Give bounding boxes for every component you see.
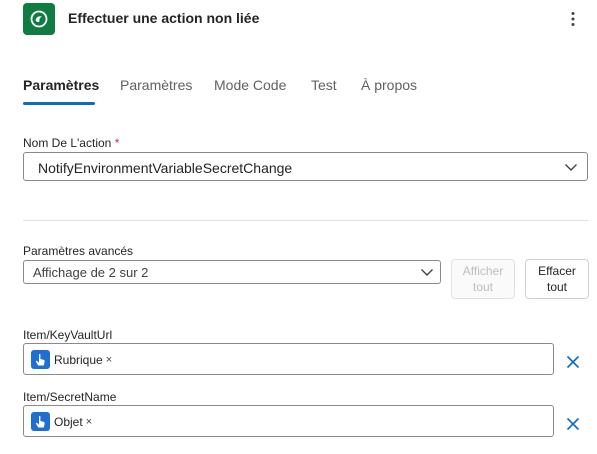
clear-all-button[interactable]: Effacer tout — [525, 259, 589, 299]
tab-mode-code[interactable]: Mode Code — [214, 77, 286, 93]
advanced-params-value: Affichage de 2 sur 2 — [33, 265, 149, 280]
clear-all-label-1: Effacer — [538, 264, 576, 278]
required-marker: * — [114, 136, 120, 150]
advanced-params-label: Paramètres avancés — [23, 244, 134, 258]
action-name-value: NotifyEnvironmentVariableSecretChange — [38, 160, 293, 176]
token-remove-icon[interactable]: × — [86, 416, 92, 428]
token-label: Rubrique — [54, 352, 103, 367]
touch-icon — [31, 350, 50, 369]
tab-a-propos[interactable]: À propos — [361, 77, 417, 93]
dataverse-icon — [23, 3, 55, 35]
dynamic-content-token[interactable]: Objet × — [31, 412, 92, 431]
token-remove-icon[interactable]: × — [106, 354, 112, 366]
remove-keyvaulturl-icon[interactable] — [563, 352, 583, 372]
keyvaulturl-input[interactable]: Rubrique × — [23, 343, 554, 375]
clear-all-label-2: tout — [546, 280, 567, 294]
more-vertical-icon[interactable] — [563, 8, 583, 30]
advanced-params-dropdown[interactable]: Affichage de 2 sur 2 — [23, 260, 441, 284]
token-label: Objet — [54, 414, 83, 429]
dynamic-content-token[interactable]: Rubrique × — [31, 350, 112, 369]
tab-test[interactable]: Test — [311, 77, 337, 93]
active-tab-indicator — [23, 102, 95, 105]
keyvaulturl-label: Item/KeyVaultUrl — [23, 328, 113, 342]
section-divider — [23, 220, 588, 221]
touch-icon — [31, 412, 50, 431]
chevron-down-icon — [421, 269, 433, 276]
show-all-label-2: tout — [472, 280, 493, 294]
tab-parametres-2[interactable]: Paramètres — [120, 77, 192, 93]
action-name-label-text: Nom De L'action — [23, 136, 112, 150]
page-title: Effectuer une action non liée — [68, 10, 260, 26]
chevron-down-icon — [565, 164, 577, 171]
show-all-label-1: Afficher — [462, 264, 504, 278]
show-all-button[interactable]: Afficher tout — [451, 259, 515, 299]
secretname-label: Item/SecretName — [23, 390, 117, 404]
secretname-input[interactable]: Objet × — [23, 405, 554, 437]
action-name-label: Nom De L'action * — [23, 136, 119, 150]
remove-secretname-icon[interactable] — [563, 414, 583, 434]
tab-parametres[interactable]: Paramètres — [23, 77, 99, 93]
action-name-dropdown[interactable]: NotifyEnvironmentVariableSecretChange — [23, 152, 588, 181]
